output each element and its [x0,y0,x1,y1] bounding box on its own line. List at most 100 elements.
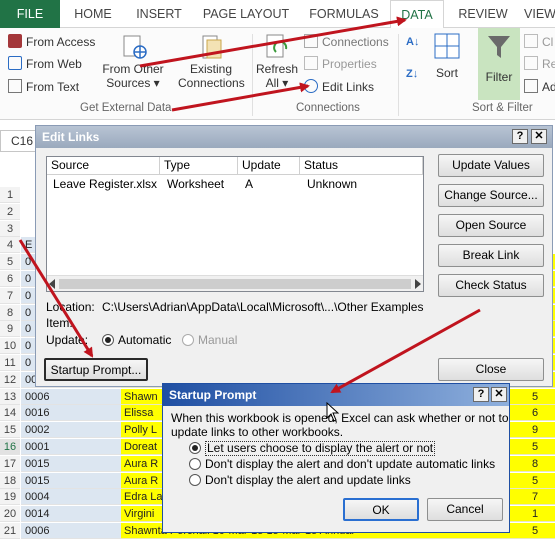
option-let-users-choose-label[interactable]: Let users choose to display the alert or… [205,441,436,456]
tab-home[interactable]: HOME [62,0,124,28]
cell-name[interactable]: Aura R [121,456,165,472]
links-list[interactable]: Source Type Update Status Leave Register… [46,156,424,292]
row-header[interactable]: 2 [0,204,20,220]
cell-days[interactable]: 5 [510,439,555,455]
break-link-button[interactable]: Break Link [438,244,544,267]
column-status[interactable]: Status [300,157,423,175]
cell-days[interactable]: 5 [510,389,555,405]
from-text-button[interactable]: From Text [8,79,79,94]
cell-a[interactable]: 0001 [21,439,121,455]
row-header[interactable]: 9 [0,321,20,337]
cell-name[interactable]: Aura R [121,473,165,489]
cell-a[interactable]: 0002 [21,422,121,438]
startup-prompt-button[interactable]: Startup Prompt... [44,358,148,381]
cell-name[interactable]: Doreat [121,439,165,455]
row-header[interactable]: 10 [0,338,20,354]
close-button[interactable]: Close [438,358,544,381]
cell-name[interactable]: Virgini [121,506,165,522]
cell-a[interactable]: 0016 [21,405,121,421]
tab-insert[interactable]: INSERT [126,0,192,28]
row-header[interactable]: 8 [0,305,20,321]
scroll-thumb[interactable] [59,279,411,289]
cell-days[interactable]: 7 [510,489,555,505]
sort-button[interactable]: Sort [432,32,462,80]
automatic-label[interactable]: Automatic [118,333,171,347]
cell-days[interactable]: 9 [510,422,555,438]
help-button[interactable]: ? [473,387,489,402]
sort-a-z-icon[interactable]: A↓ [406,36,419,48]
manual-radio[interactable] [182,334,194,346]
row-header[interactable]: 15 [0,422,20,438]
ok-button[interactable]: OK [343,498,419,521]
close-icon[interactable]: ✕ [531,129,547,144]
cancel-button[interactable]: Cancel [427,498,503,521]
cell-days[interactable]: 5 [510,523,555,539]
row-header[interactable]: 21 [0,523,20,539]
row-header[interactable]: 6 [0,271,20,287]
row-header[interactable]: 12 [0,372,20,388]
startup-prompt-title-bar[interactable]: Startup Prompt [163,384,509,406]
column-source[interactable]: Source [47,157,160,175]
cell-a[interactable]: 0004 [21,489,121,505]
from-other-sources-button[interactable]: From Other Sources ▾ [102,32,164,90]
reapply-filter-button[interactable]: Re [524,56,555,71]
existing-connections-button[interactable]: Existing Connections [178,32,245,90]
row-header[interactable]: 11 [0,355,20,371]
help-button[interactable]: ? [512,129,528,144]
row-header[interactable]: 17 [0,456,20,472]
scroll-left-icon[interactable] [49,279,55,289]
from-access-button[interactable]: From Access [8,34,95,49]
link-type[interactable]: Worksheet [163,176,224,192]
row-header[interactable]: 7 [0,288,20,304]
properties-button[interactable]: Properties [304,56,377,71]
column-type[interactable]: Type [160,157,238,175]
from-web-button[interactable]: From Web [8,56,82,71]
cell-name[interactable]: Shawn [121,389,165,405]
option-no-alert-no-update-radio[interactable] [189,458,201,470]
row-header[interactable]: 1 [0,187,20,203]
row-header[interactable]: 16 [0,439,20,455]
cell-name[interactable]: Edra La [121,489,165,505]
row-header[interactable]: 13 [0,389,20,405]
option-no-alert-no-update-label[interactable]: Don't display the alert and don't update… [205,457,495,471]
row-header[interactable]: 3 [0,221,20,237]
tab-file[interactable]: FILE [0,0,60,28]
row-header[interactable]: 19 [0,489,20,505]
cell-a[interactable]: 0015 [21,456,121,472]
name-box[interactable]: C16 [0,130,40,152]
check-status-button[interactable]: Check Status [438,274,544,297]
cell-a[interactable]: 0014 [21,506,121,522]
tab-data[interactable]: DATA [390,0,444,29]
update-values-button[interactable]: Update Values [438,154,544,177]
cell-a[interactable]: 0006 [21,389,121,405]
close-icon[interactable]: ✕ [491,387,507,402]
tab-formulas[interactable]: FORMULAS [300,0,388,28]
option-let-users-choose-radio[interactable] [189,442,201,454]
clear-filter-button[interactable]: Cl [524,34,553,49]
tab-review[interactable]: REVIEW [450,0,516,28]
horizontal-scrollbar[interactable] [47,275,423,291]
cell-a[interactable]: 0006 [21,523,121,539]
row-header[interactable]: 20 [0,506,20,522]
option-no-alert-update-label[interactable]: Don't display the alert and update links [205,473,411,487]
row-header[interactable]: 5 [0,254,20,270]
link-update[interactable]: A [241,176,253,192]
cell-days[interactable]: 6 [510,405,555,421]
cell-days[interactable]: 8 [510,456,555,472]
connections-button[interactable]: Connections [304,34,389,49]
advanced-filter-button[interactable]: Ad [524,79,555,94]
option-no-alert-update-radio[interactable] [189,474,201,486]
tab-view[interactable]: VIEW [520,0,555,28]
automatic-radio[interactable] [102,334,114,346]
row-header[interactable]: 14 [0,405,20,421]
cell-days[interactable]: 1 [510,506,555,522]
cell-a[interactable]: 0015 [21,473,121,489]
tab-page-layout[interactable]: PAGE LAYOUT [194,0,298,28]
link-source[interactable]: Leave Register.xlsx [49,176,157,192]
row-header[interactable]: 18 [0,473,20,489]
row-header[interactable]: 4 [0,237,20,253]
cell-name[interactable]: Elissa [121,405,165,421]
cell-days[interactable]: 5 [510,473,555,489]
scroll-right-icon[interactable] [415,279,421,289]
edit-links-title-bar[interactable]: Edit Links [36,126,552,148]
